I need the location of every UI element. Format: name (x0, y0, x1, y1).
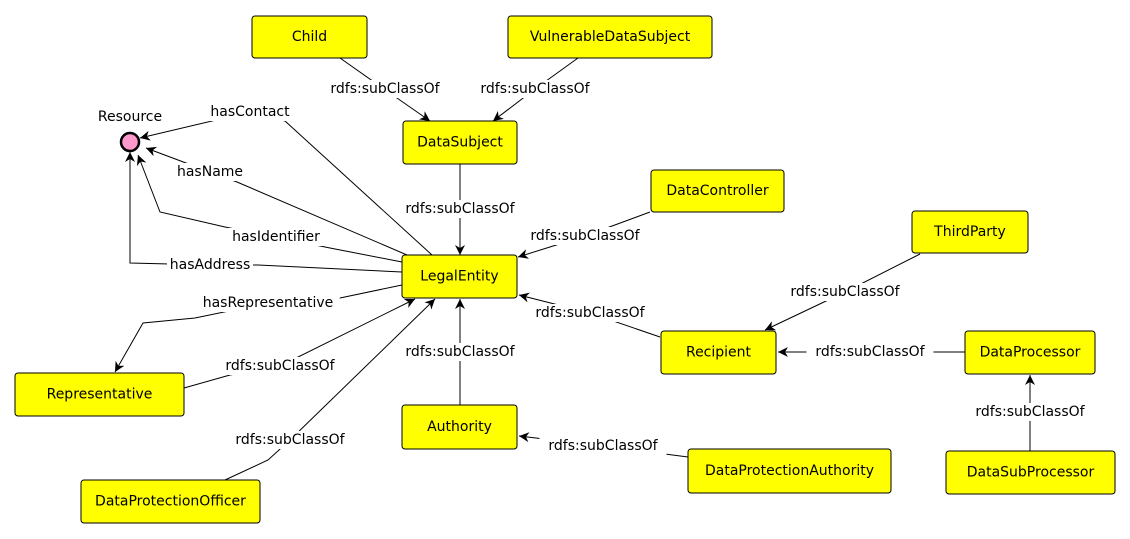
edges-layer: rdfs:subClassOf rdfs:subClassOf rdfs:subCl… (114, 57, 1094, 481)
edge-rdfs-subclassof[interactable]: rdfs:subClassOf (517, 211, 651, 259)
edge-label: hasName (177, 164, 243, 180)
edge-rdfs-subclassof[interactable]: rdfs:subClassOf (764, 253, 921, 331)
class-node-thirdparty[interactable]: ThirdParty (911, 210, 1029, 254)
edge-label: rdfs:subClassOf (405, 344, 515, 360)
class-label: Representative (47, 387, 153, 403)
class-node-dpa[interactable]: DataProtectionAuthority (687, 448, 892, 494)
class-node-datasubprocessor[interactable]: DataSubProcessor (945, 450, 1116, 495)
class-label: LegalEntity (420, 269, 498, 285)
class-label: DataController (666, 183, 769, 199)
class-label: Child (292, 29, 327, 45)
class-label: DataProcessor (980, 345, 1081, 361)
resource-label: Resource (98, 109, 162, 125)
edge-label: hasAddress (170, 257, 251, 273)
edge-line (224, 298, 436, 481)
edge-rdfs-subclassof[interactable]: rdfs:subClassOf (224, 298, 436, 481)
edge-rdfs-subclassof[interactable]: rdfs:subClassOf (966, 375, 1094, 451)
edge-label: hasRepresentative (203, 295, 334, 311)
edge-label: rdfs:subClassOf (530, 228, 640, 244)
edge-rdfs-subclassof[interactable]: rdfs:subClassOf (321, 57, 449, 122)
class-node-recipient[interactable]: Recipient (660, 330, 777, 375)
class-label: Authority (427, 419, 492, 435)
class-node-representative[interactable]: Representative (14, 372, 185, 417)
class-node-legalentity[interactable]: LegalEntity (401, 254, 518, 299)
class-label: DataProtectionOfficer (95, 494, 246, 510)
class-node-datacontroller[interactable]: DataController (650, 169, 785, 213)
edge-rdfs-subclassof[interactable]: rdfs:subClassOf (471, 57, 599, 122)
class-node-dpo[interactable]: DataProtectionOfficer (80, 479, 261, 524)
class-node-dataprocessor[interactable]: DataProcessor (964, 330, 1096, 375)
edge-rdfs-subclassof[interactable]: rdfs:subClassOf (396, 164, 524, 255)
edge-rdfs-subclassof[interactable]: rdfs:subClassOf (396, 299, 524, 405)
edge-label: rdfs:subClassOf (225, 358, 335, 374)
edge-rdfs-subclassof[interactable]: rdfs:subClassOf (518, 292, 661, 338)
class-label: VulnerableDataSubject (530, 29, 691, 45)
class-node-child[interactable]: Child (251, 15, 368, 59)
resource-circle[interactable] (119, 131, 141, 153)
class-label: Recipient (686, 345, 752, 361)
class-label: DataSubject (417, 135, 503, 151)
edge-hasaddress[interactable]: hasAddress (125, 152, 403, 274)
resource-node[interactable]: Resource (98, 109, 162, 153)
edge-label: rdfs:subClassOf (480, 81, 590, 97)
class-node-datasubject[interactable]: DataSubject (402, 120, 518, 165)
edge-label: hasIdentifier (232, 229, 320, 245)
edge-label: hasContact (210, 104, 290, 120)
edge-rdfs-subclassof[interactable]: rdfs:subClassOf (518, 432, 689, 458)
edge-label: rdfs:subClassOf (535, 305, 645, 321)
class-label: DataSubProcessor (967, 465, 1095, 481)
ontology-diagram: rdfs:subClassOf rdfs:subClassOf rdfs:subCl… (14, 15, 1116, 524)
edge-rdfs-subclassof[interactable]: rdfs:subClassOf (778, 343, 965, 361)
class-label: ThirdParty (933, 224, 1006, 240)
edge-label: rdfs:subClassOf (235, 432, 345, 448)
class-node-authority[interactable]: Authority (401, 404, 518, 450)
edge-label: rdfs:subClassOf (790, 284, 900, 300)
class-node-vulnerable[interactable]: VulnerableDataSubject (507, 15, 713, 59)
edge-label: rdfs:subClassOf (975, 404, 1085, 420)
edge-label: rdfs:subClassOf (548, 438, 658, 454)
edge-label: rdfs:subClassOf (405, 201, 515, 217)
class-label: DataProtectionAuthority (705, 463, 874, 479)
edge-label: rdfs:subClassOf (815, 344, 925, 360)
edge-rdfs-subclassof[interactable]: rdfs:subClassOf (183, 298, 416, 389)
edge-label: rdfs:subClassOf (330, 81, 440, 97)
